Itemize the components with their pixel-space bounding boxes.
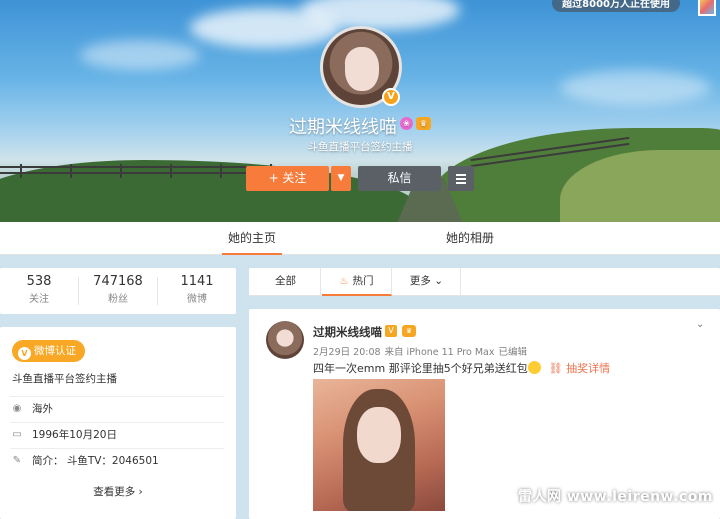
profile-tabs: 她的主页 她的相册 xyxy=(0,222,720,255)
post-meta: 2月29日 20:08 来自 iPhone 11 Pro Max 已编辑 xyxy=(313,344,531,358)
stat-followers[interactable]: 747168 粉丝 xyxy=(79,274,157,305)
info-bio: ✎ 简介： 斗鱼TV：2046501 xyxy=(10,448,224,473)
follow-button[interactable]: + 关注 xyxy=(246,166,329,191)
caret-down-icon: ▼ xyxy=(337,173,345,183)
recommend-badge[interactable]: 超过8000万人正在使用 xyxy=(552,0,680,12)
app-icon[interactable] xyxy=(698,0,716,16)
level-icon[interactable]: ❀ xyxy=(400,117,413,130)
flame-icon: ♨ xyxy=(339,276,349,287)
feed-tabs: 全部 ♨ 热门 更多 ⌄ xyxy=(249,268,720,296)
cloud xyxy=(80,40,200,70)
stat-label: 关注 xyxy=(29,294,49,305)
stats-card: 538 关注 747168 粉丝 1141 微博 xyxy=(0,268,236,314)
profile-description: 斗鱼直播平台签约主播 xyxy=(307,141,413,153)
profile-cover: 超过8000万人正在使用 V 过期米线线喵 ❀ ♛ 斗鱼直播平台签约主播 + 关… xyxy=(0,0,720,222)
certification-badge[interactable]: V 微博认证 xyxy=(12,340,85,362)
stat-label: 粉丝 xyxy=(108,294,128,305)
edit-icon: ✎ xyxy=(12,455,22,466)
feed-tab-more[interactable]: 更多 ⌄ xyxy=(393,268,461,296)
image-face xyxy=(357,407,401,463)
cloud xyxy=(560,70,710,105)
emoji-icon xyxy=(527,361,541,374)
more-menu-button[interactable] xyxy=(448,166,474,191)
message-button[interactable]: 私信 xyxy=(358,166,441,191)
location-icon: ◉ xyxy=(12,403,22,414)
verified-icon: V xyxy=(18,347,31,360)
info-birthday: ▭ 1996年10月20日 xyxy=(10,422,224,447)
post-author[interactable]: 过期米线线喵 xyxy=(313,324,382,340)
post-image[interactable] xyxy=(313,379,445,511)
chevron-down-icon: ⌄ xyxy=(434,275,444,287)
avatar-face xyxy=(345,47,379,91)
post-avatar[interactable] xyxy=(266,321,304,359)
feed-tab-all[interactable]: 全部 xyxy=(251,268,321,296)
stat-label: 微博 xyxy=(187,294,207,305)
feed-tab-hot[interactable]: ♨ 热门 xyxy=(322,268,392,296)
cake-icon: ▭ xyxy=(12,429,22,440)
follow-dropdown-button[interactable]: ▼ xyxy=(331,166,351,191)
post-source: 来自 iPhone 11 Pro Max xyxy=(384,347,495,358)
tab-album[interactable]: 她的相册 xyxy=(440,222,500,255)
see-more-link[interactable]: 查看更多 › xyxy=(0,484,236,499)
post-text: 四年一次emm 那评论里抽5个好兄弟送红包 ⛓ 抽奖详情 xyxy=(313,361,611,375)
certification-text: 斗鱼直播平台签约主播 xyxy=(12,373,117,385)
verified-icon: V xyxy=(385,325,397,337)
post-date[interactable]: 2月29日 20:08 xyxy=(313,347,381,358)
vip-icon[interactable]: ♛ xyxy=(416,117,431,130)
stat-value: 1141 xyxy=(180,274,214,289)
profile-name-row: 过期米线线喵 ❀ ♛ xyxy=(0,113,720,139)
stat-posts[interactable]: 1141 微博 xyxy=(158,274,236,305)
stat-value: 747168 xyxy=(93,274,143,289)
profile-info-card: V 微博认证 斗鱼直播平台签约主播 ◉ 海外 ▭ 1996年10月20日 ✎ 简介： 斗… xyxy=(0,327,236,519)
stat-value: 538 xyxy=(26,274,52,289)
vip-icon[interactable]: ♛ xyxy=(402,325,416,337)
verified-icon: V xyxy=(382,88,400,106)
chevron-down-icon[interactable]: ⌄ xyxy=(696,319,706,330)
lottery-link[interactable]: ⛓ 抽奖详情 xyxy=(549,362,610,375)
info-location: ◉ 海外 xyxy=(10,396,224,421)
profile-name: 过期米线线喵 xyxy=(289,117,397,138)
watermark: 雷人网 www.leirenw.com xyxy=(518,489,713,505)
post-edited: 已编辑 xyxy=(498,347,527,358)
stat-following[interactable]: 538 关注 xyxy=(0,274,78,305)
tab-home[interactable]: 她的主页 xyxy=(222,222,282,255)
